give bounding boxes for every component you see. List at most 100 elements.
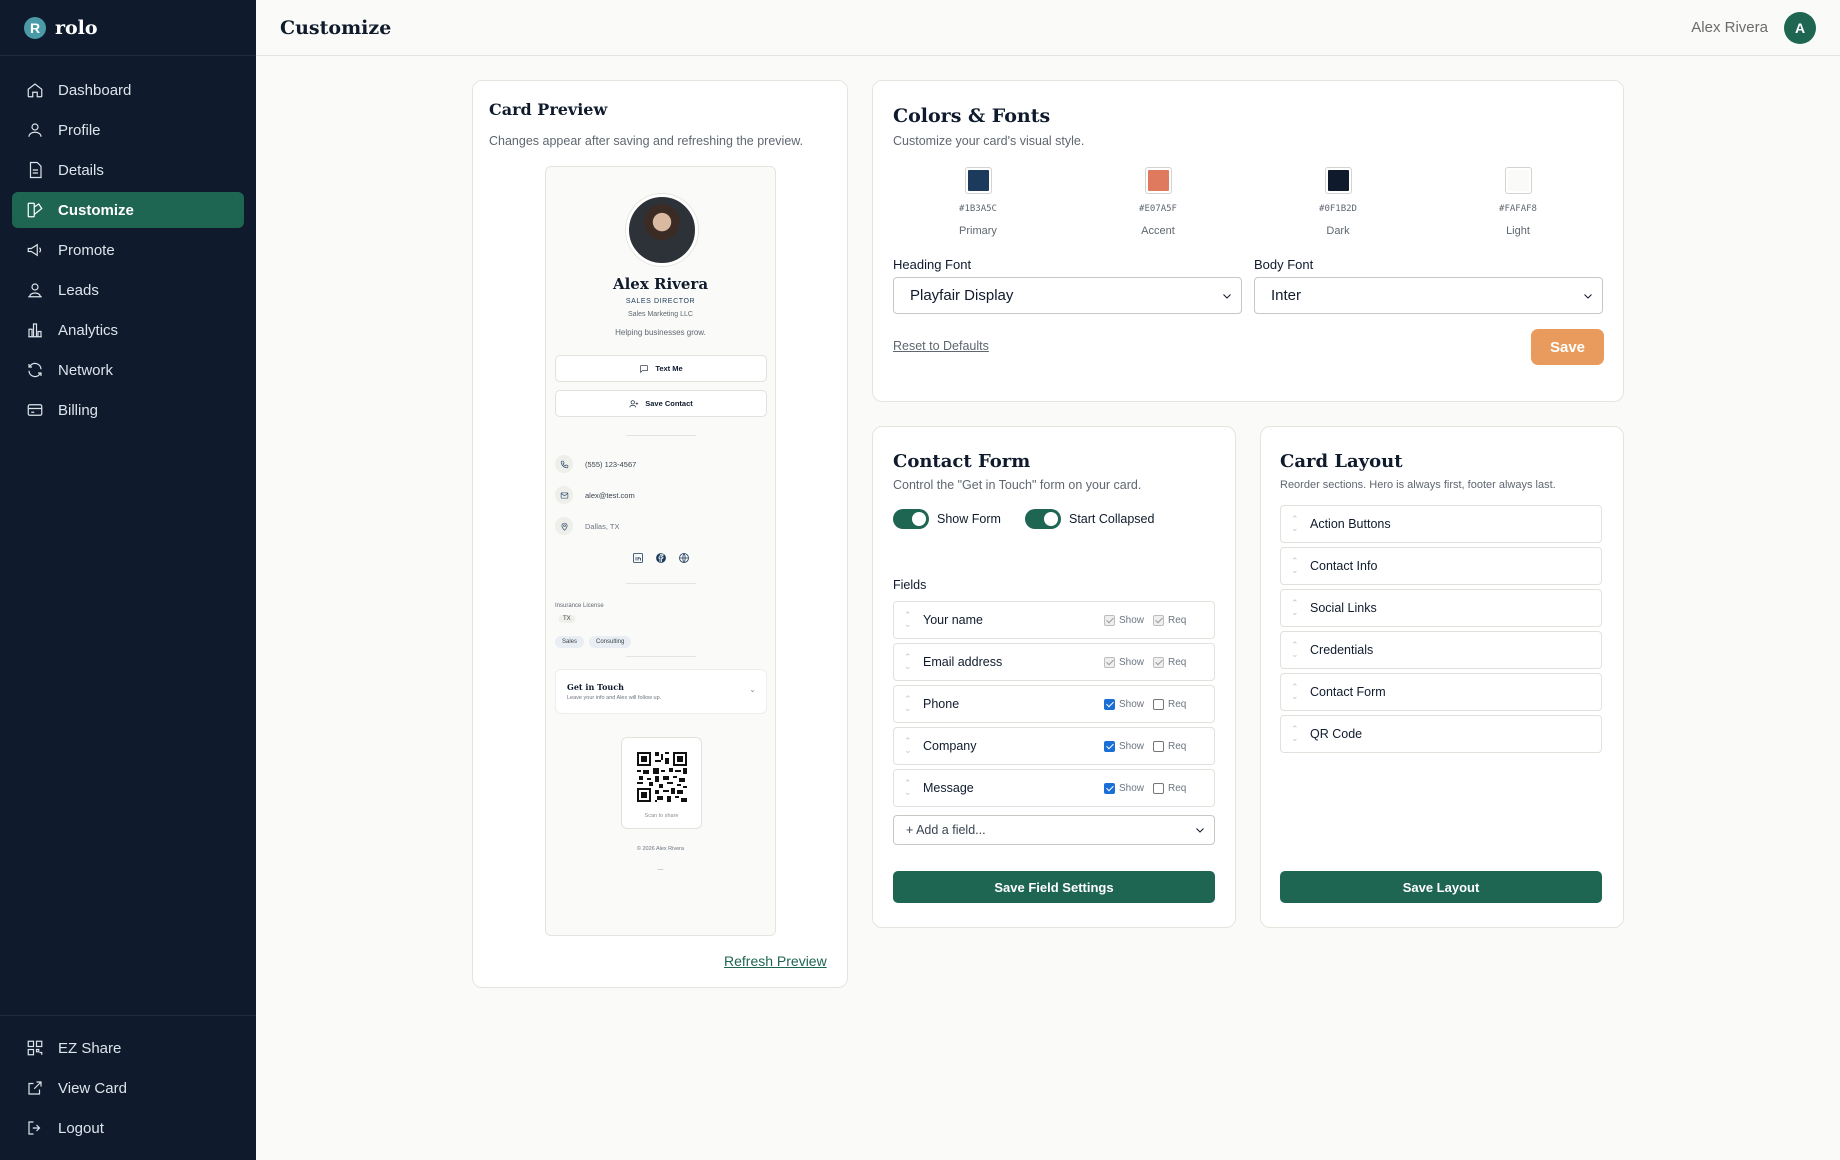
sidebar-item-details[interactable]: Details — [12, 152, 244, 188]
field-row[interactable]: ⌃ ⌄ Phone Show Req — [893, 685, 1215, 723]
required-checkbox[interactable] — [1153, 741, 1164, 752]
required-checkbox[interactable] — [1153, 783, 1164, 794]
credential-value: TX — [559, 615, 575, 623]
show-checkbox[interactable] — [1104, 741, 1115, 752]
sidebar: R rolo Dashboard Profile Details Customi… — [0, 0, 256, 1160]
field-name: Message — [923, 781, 974, 795]
add-user-icon — [629, 399, 639, 407]
sidebar-item-customize[interactable]: Customize — [12, 192, 244, 228]
contact-form-panel: Contact Form Control the "Get in Touch" … — [872, 426, 1236, 928]
linkedin-icon[interactable] — [632, 552, 644, 564]
card-text-me-button[interactable]: Text Me — [555, 355, 767, 382]
required-checkbox[interactable] — [1153, 699, 1164, 710]
drag-handle-icon[interactable]: ⌃ ⌄ — [1291, 641, 1299, 659]
show-form-toggle[interactable] — [893, 509, 929, 529]
drag-handle-icon[interactable]: ⌃ ⌄ — [1291, 683, 1299, 701]
palette-icon — [26, 201, 44, 219]
drag-handle-icon[interactable]: ⌃ ⌄ — [904, 695, 912, 713]
sidebar-item-label: Leads — [58, 281, 99, 299]
swatch-hex: #FAFAF8 — [1499, 204, 1537, 214]
brand[interactable]: R rolo — [0, 0, 256, 56]
sidebar-item-label: Network — [58, 361, 114, 379]
add-field-select[interactable]: + Add a field... — [893, 815, 1215, 845]
show-checkbox[interactable] — [1104, 783, 1115, 794]
logo-icon: R — [24, 16, 46, 39]
save-colors-button[interactable]: Save — [1531, 329, 1604, 365]
chevron-down-icon — [1194, 824, 1206, 839]
color-picker[interactable] — [1144, 167, 1172, 194]
sidebar-item-billing[interactable]: Billing — [12, 392, 244, 428]
section-name: Contact Form — [1310, 685, 1386, 699]
sidebar-item-promote[interactable]: Promote — [12, 232, 244, 268]
sidebar-item-ez-share[interactable]: EZ Share — [12, 1030, 244, 1066]
layout-section-row[interactable]: ⌃ ⌄ Contact Form — [1280, 673, 1602, 711]
sidebar-item-profile[interactable]: Profile — [12, 112, 244, 148]
layout-section-row[interactable]: ⌃ ⌄ Social Links — [1280, 589, 1602, 627]
color-picker[interactable] — [1324, 167, 1352, 194]
sidebar-bottom: EZ Share View Card Logout — [0, 1015, 256, 1160]
card-save-contact-button[interactable]: Save Contact — [555, 390, 767, 417]
heading-font-select[interactable]: Playfair Display — [893, 277, 1242, 314]
save-layout-button[interactable]: Save Layout — [1280, 871, 1602, 903]
avatar[interactable]: A — [1784, 11, 1816, 44]
chevron-down-icon — [1582, 289, 1594, 306]
req-label: Req — [1168, 783, 1187, 794]
layout-section-row[interactable]: ⌃ ⌄ Credentials — [1280, 631, 1602, 669]
sidebar-item-label: Promote — [58, 241, 115, 259]
layout-section-row[interactable]: ⌃ ⌄ Action Buttons — [1280, 505, 1602, 543]
card-tagline: Helping businesses grow. — [615, 328, 706, 337]
card-tag: Sales — [555, 636, 585, 648]
drag-handle-icon[interactable]: ⌃ ⌄ — [904, 779, 912, 797]
required-checkbox — [1153, 657, 1164, 668]
field-row[interactable]: ⌃ ⌄ Your name Show Req — [893, 601, 1215, 639]
globe-icon[interactable] — [678, 552, 690, 564]
show-label: Show — [1119, 783, 1145, 794]
show-checkbox[interactable] — [1104, 699, 1115, 710]
required-checkbox — [1153, 615, 1164, 626]
panel-subtitle: Control the "Get in Touch" form on your … — [893, 478, 1142, 492]
drag-handle-icon[interactable]: ⌃ ⌄ — [904, 653, 912, 671]
card-location: Dallas, TX — [585, 521, 620, 531]
layout-section-row[interactable]: ⌃ ⌄ Contact Info — [1280, 547, 1602, 585]
field-row[interactable]: ⌃ ⌄ Message Show Req — [893, 769, 1215, 807]
color-picker[interactable] — [1504, 167, 1532, 194]
sidebar-item-logout[interactable]: Logout — [12, 1110, 244, 1146]
heading-font-label: Heading Font — [893, 257, 972, 272]
section-name: QR Code — [1310, 727, 1363, 741]
start-collapsed-toggle[interactable] — [1025, 509, 1061, 529]
body-font-select[interactable]: Inter — [1254, 277, 1603, 314]
drag-handle-icon[interactable]: ⌃ ⌄ — [904, 737, 912, 755]
save-field-settings-button[interactable]: Save Field Settings — [893, 871, 1215, 903]
card-tag: Consulting — [589, 636, 632, 648]
drag-handle-icon[interactable]: ⌃ ⌄ — [1291, 599, 1299, 617]
drag-handle-icon[interactable]: ⌃ ⌄ — [1291, 515, 1299, 533]
sidebar-item-view-card[interactable]: View Card — [12, 1070, 244, 1106]
drag-handle-icon[interactable]: ⌃ ⌄ — [904, 611, 912, 629]
facebook-icon[interactable] — [655, 552, 667, 564]
field-row[interactable]: ⌃ ⌄ Company Show Req — [893, 727, 1215, 765]
field-row[interactable]: ⌃ ⌄ Email address Show Req — [893, 643, 1215, 681]
color-swatch-light[interactable]: #FAFAF8 Light — [1478, 167, 1558, 237]
card-contact-form-collapsed[interactable]: Get in Touch Leave your info and Alex wi… — [555, 669, 767, 714]
sidebar-item-analytics[interactable]: Analytics — [12, 312, 244, 348]
chevron-down-icon — [1221, 289, 1233, 306]
sidebar-item-label: Customize — [58, 201, 134, 219]
sidebar-item-network[interactable]: Network — [12, 352, 244, 388]
sidebar-item-dashboard[interactable]: Dashboard — [12, 72, 244, 108]
drag-handle-icon[interactable]: ⌃ ⌄ — [1291, 725, 1299, 743]
color-swatch-accent[interactable]: #E07A5F Accent — [1118, 167, 1198, 237]
reset-defaults-link[interactable]: Reset to Defaults — [893, 339, 989, 353]
layout-section-row[interactable]: ⌃ ⌄ QR Code — [1280, 715, 1602, 753]
external-link-icon — [26, 1079, 44, 1097]
credential-label: Insurance License — [555, 603, 604, 609]
color-swatch-primary[interactable]: #1B3A5C Primary — [938, 167, 1018, 237]
bar-chart-icon — [26, 321, 44, 339]
drag-handle-icon[interactable]: ⌃ ⌄ — [1291, 557, 1299, 575]
swatch-label: Light — [1506, 225, 1530, 237]
sidebar-item-label: Dashboard — [58, 81, 132, 99]
refresh-preview-link[interactable]: Refresh Preview — [724, 953, 827, 969]
sidebar-item-leads[interactable]: Leads — [12, 272, 244, 308]
color-picker[interactable] — [964, 167, 992, 194]
color-swatch-dark[interactable]: #0F1B2D Dark — [1298, 167, 1378, 237]
user-name[interactable]: Alex Rivera — [1691, 19, 1768, 36]
